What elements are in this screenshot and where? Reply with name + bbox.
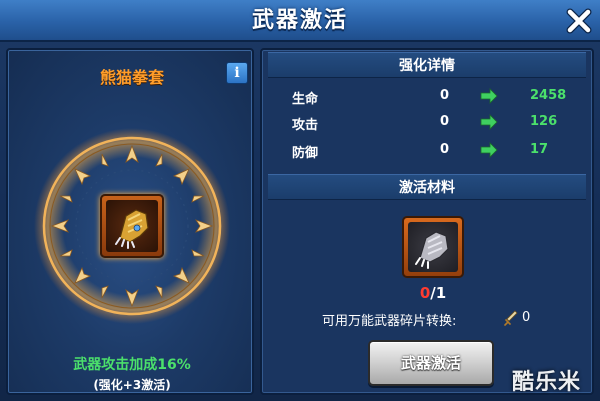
stat-label: 防御 bbox=[292, 146, 319, 161]
info-button[interactable]: i bbox=[226, 62, 248, 84]
weapon-bonus-condition: (强化+3激活) bbox=[93, 378, 171, 392]
details-section-title: 强化详情 bbox=[399, 58, 455, 74]
details-section-header: 强化详情 bbox=[268, 52, 586, 78]
weapon-name: 熊猫拳套 bbox=[99, 68, 164, 87]
sword-icon bbox=[504, 310, 518, 326]
window-title: 武器激活 bbox=[251, 8, 348, 33]
stat-row-hp: 生命 0 2458 bbox=[292, 84, 582, 108]
stat-new-value: 2458 bbox=[530, 88, 567, 103]
material-slot-frame bbox=[408, 222, 458, 272]
weapon-slot[interactable] bbox=[100, 194, 164, 258]
close-icon bbox=[566, 8, 592, 34]
materials-section-title: 激活材料 bbox=[399, 180, 455, 196]
material-count: 0/1 bbox=[402, 284, 464, 302]
universal-fragment-convert-label: 可用万能武器碎片转换: bbox=[322, 314, 457, 329]
materials-section-header: 激活材料 bbox=[268, 174, 586, 200]
stat-new-value: 126 bbox=[530, 114, 558, 129]
gauntlet-fragment-icon bbox=[415, 231, 449, 269]
stat-label: 生命 bbox=[292, 92, 319, 107]
close-button[interactable] bbox=[564, 6, 594, 36]
activate-weapon-label: 武器激活 bbox=[400, 354, 461, 372]
stat-current-value: 0 bbox=[440, 114, 450, 129]
arrow-right-icon bbox=[480, 142, 498, 158]
stat-label: 攻击 bbox=[292, 118, 319, 133]
weapon-activation-window: 武器激活 熊猫拳套 i 武器攻击加成16% (强化+3激活) 强化详情 生命 0… bbox=[0, 0, 600, 401]
stat-current-value: 0 bbox=[440, 88, 450, 103]
stat-current-value: 0 bbox=[440, 142, 450, 157]
arrow-right-icon bbox=[480, 114, 498, 130]
weapon-attack-bonus: 武器攻击加成16% bbox=[73, 357, 191, 373]
arrow-right-icon bbox=[480, 88, 498, 104]
activation-details-panel: 强化详情 生命 0 2458 攻击 0 126 防御 0 17 激活材料 0/1… bbox=[260, 48, 594, 395]
material-required-count: 1 bbox=[435, 284, 447, 302]
title-bar: 武器激活 bbox=[0, 0, 600, 42]
universal-fragment-count: 0 bbox=[522, 310, 531, 325]
watermark-logo: 酷乐米 bbox=[512, 370, 582, 395]
gauntlet-icon bbox=[115, 209, 149, 249]
stat-row-attack: 攻击 0 126 bbox=[292, 110, 582, 134]
material-owned-count: 0 bbox=[419, 284, 431, 302]
info-icon: i bbox=[234, 65, 240, 81]
stat-new-value: 17 bbox=[530, 142, 549, 157]
activate-weapon-button[interactable]: 武器激活 bbox=[368, 340, 494, 386]
stat-row-defense: 防御 0 17 bbox=[292, 138, 582, 162]
weapon-slot-frame bbox=[106, 200, 158, 252]
weapon-preview-panel: 熊猫拳套 i 武器攻击加成16% (强化+3激活) bbox=[6, 48, 254, 395]
material-slot[interactable] bbox=[402, 216, 464, 278]
